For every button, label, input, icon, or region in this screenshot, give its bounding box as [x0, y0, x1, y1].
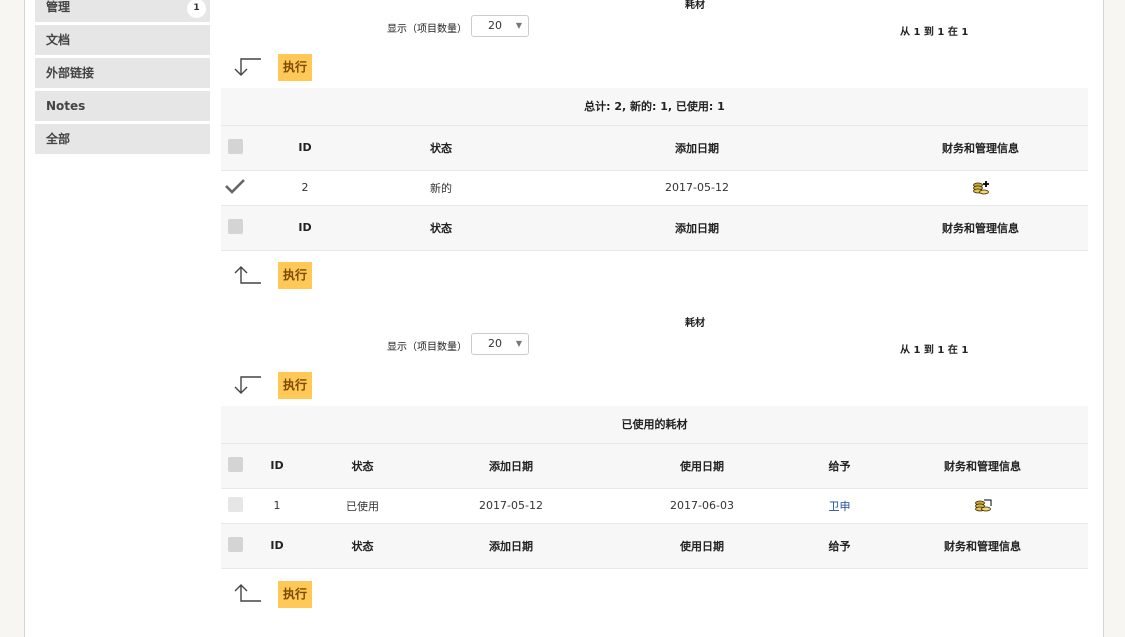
column-header-financial-info: 财务和管理信息 [873, 125, 1088, 171]
row-checkbox[interactable] [227, 496, 243, 512]
column-header-added-date[interactable]: 添加日期 [521, 125, 873, 171]
row-used-date: 2017-06-03 [602, 488, 802, 524]
given-to-link[interactable]: 卫申 [829, 500, 851, 513]
column-header-given-to[interactable]: 给予 [802, 443, 877, 489]
pagination-info: 从 1 到 1 在 1 [900, 27, 969, 38]
arrow-down-select-icon[interactable] [231, 54, 263, 78]
column-header-status[interactable]: 状态 [361, 125, 521, 171]
page-size-select[interactable]: 20 ▼ [471, 15, 529, 37]
section-caption: 耗材 [685, 318, 705, 329]
select-all-checkbox[interactable] [227, 456, 243, 472]
execute-button-top[interactable]: 执行 [278, 372, 312, 399]
chevron-down-icon: ▼ [515, 339, 522, 348]
column-footer-used-date[interactable]: 使用日期 [602, 523, 802, 569]
column-footer-id[interactable]: ID [249, 523, 305, 569]
table-footer-row: ID 状态 添加日期 使用日期 给予 财务和管理信息 [221, 523, 1088, 569]
page-size-label: 显示（项目数量） [387, 24, 467, 35]
sidebar-item-notes[interactable]: Notes [35, 91, 210, 121]
row-status: 新的 [361, 170, 521, 206]
row-added-date: 2017-05-12 [420, 488, 602, 524]
arrow-down-select-icon[interactable] [231, 372, 263, 396]
table-summary-row: 总计: 2, 新的: 1, 已使用: 1 [221, 88, 1088, 126]
sidebar-item-label: 外部链接 [46, 66, 95, 80]
sidebar-item-all[interactable]: 全部 [35, 124, 210, 154]
table-row: 1 已使用 2017-05-12 2017-06-03 卫申 [221, 488, 1088, 524]
column-footer-status[interactable]: 状态 [305, 523, 420, 569]
select-all-checkbox-bottom[interactable] [227, 218, 243, 234]
arrow-up-select-icon[interactable] [231, 264, 263, 288]
column-footer-id[interactable]: ID [249, 205, 361, 251]
add-financial-info-icon[interactable] [972, 180, 990, 196]
column-footer-financial-info: 财务和管理信息 [873, 205, 1088, 251]
page-size-select[interactable]: 20 ▼ [471, 333, 529, 355]
sidebar: 管理 1 文档 外部链接 Notes 全部 [35, 0, 210, 157]
used-consumables-table: 已使用的耗材 ID 状态 添加日期 使用日期 给予 财务和管理信息 1 已使用 … [221, 406, 1088, 569]
column-footer-given-to[interactable]: 给予 [802, 523, 877, 569]
execute-button-top[interactable]: 执行 [278, 54, 312, 81]
table-summary-row: 已使用的耗材 [221, 406, 1088, 444]
section-caption: 耗材 [685, 0, 705, 11]
sidebar-item-label: 全部 [46, 132, 71, 146]
sidebar-item-management[interactable]: 管理 1 [35, 0, 210, 22]
table-summary: 总计: 2, 新的: 1, 已使用: 1 [221, 88, 1088, 126]
arrow-up-select-icon[interactable] [231, 582, 263, 606]
column-header-added-date[interactable]: 添加日期 [420, 443, 602, 489]
column-footer-status[interactable]: 状态 [361, 205, 521, 251]
column-header-used-date[interactable]: 使用日期 [602, 443, 802, 489]
sidebar-item-external-links[interactable]: 外部链接 [35, 58, 210, 88]
sidebar-item-label: Notes [46, 99, 86, 113]
column-footer-added-date[interactable]: 添加日期 [420, 523, 602, 569]
row-added-date: 2017-05-12 [521, 170, 873, 206]
column-footer-financial-info: 财务和管理信息 [877, 523, 1088, 569]
column-footer-added-date[interactable]: 添加日期 [521, 205, 873, 251]
column-header-id[interactable]: ID [249, 443, 305, 489]
financial-info-icon[interactable] [974, 498, 992, 514]
table-header-row: ID 状态 添加日期 使用日期 给予 财务和管理信息 [221, 443, 1088, 489]
select-all-checkbox-bottom[interactable] [227, 536, 243, 552]
column-header-financial-info: 财务和管理信息 [877, 443, 1088, 489]
column-header-id[interactable]: ID [249, 125, 361, 171]
execute-button-bottom[interactable]: 执行 [278, 262, 312, 289]
sidebar-item-label: 管理 [46, 0, 71, 14]
execute-button-bottom[interactable]: 执行 [278, 581, 312, 608]
row-id: 1 [249, 488, 305, 524]
table-row: 2 新的 2017-05-12 [221, 170, 1088, 206]
page-size-label: 显示（项目数量） [387, 342, 467, 353]
row-id: 2 [249, 170, 361, 206]
table-footer-row: ID 状态 添加日期 财务和管理信息 [221, 205, 1088, 251]
sidebar-item-label: 文档 [46, 33, 71, 47]
table-header-row: ID 状态 添加日期 财务和管理信息 [221, 125, 1088, 171]
table-summary: 已使用的耗材 [221, 406, 1088, 444]
chevron-down-icon: ▼ [515, 21, 522, 30]
pagination-info: 从 1 到 1 在 1 [900, 345, 969, 356]
new-consumables-table: 总计: 2, 新的: 1, 已使用: 1 ID 状态 添加日期 财务和管理信息 … [221, 88, 1088, 251]
checkmark-icon[interactable] [224, 177, 246, 195]
sidebar-item-documents[interactable]: 文档 [35, 25, 210, 55]
select-all-checkbox[interactable] [227, 138, 243, 154]
count-badge: 1 [187, 0, 206, 18]
row-status: 已使用 [305, 488, 420, 524]
column-header-status[interactable]: 状态 [305, 443, 420, 489]
